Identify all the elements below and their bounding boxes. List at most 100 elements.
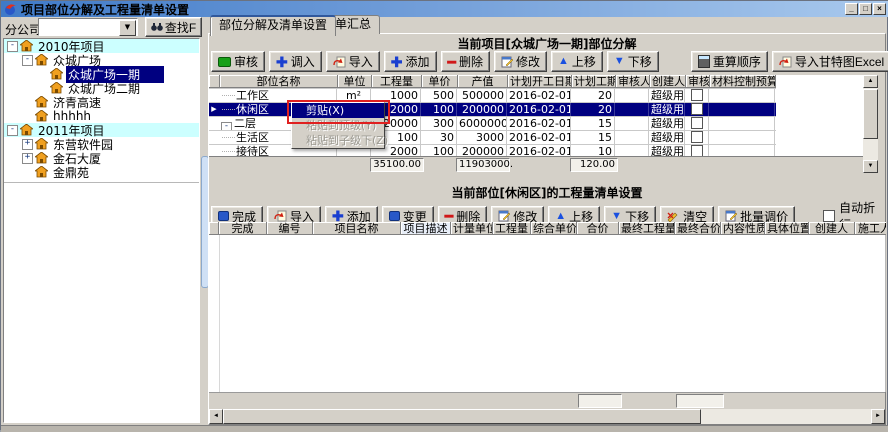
column-header[interactable]: 项目名称 [313, 222, 401, 235]
import-sheet-icon [274, 210, 287, 222]
house-icon [50, 68, 63, 80]
column-header[interactable]: 完成 [219, 222, 267, 235]
upper-toolbar: 审核 ✚调入 导入 ✚添加 ━删除 修改 ▲上移 ▼下移 重算顺序 导入甘特图E… [211, 51, 888, 72]
column-header[interactable]: 内容性质 [721, 222, 765, 235]
column-header[interactable]: 计划开工日期 [508, 75, 572, 88]
column-header[interactable]: 部位名称 [220, 75, 338, 88]
audit-checkbox[interactable] [691, 131, 703, 143]
tree-divider [4, 182, 199, 183]
audit-checkbox[interactable] [691, 89, 703, 101]
column-header[interactable]: 具体位置 [765, 222, 809, 235]
import-sheet-icon [779, 56, 792, 68]
project-tree: - 2010年项目 - 众城广场 众城广场一期 众城广场二期 济青高速 hhhh… [3, 38, 200, 423]
import-button[interactable]: 导入 [326, 51, 380, 72]
column-header[interactable]: 计量单位 [451, 222, 493, 235]
list-grid-header: 完成 编号 项目名称 项目描述 计量单位 工程量 综合单价 合价 最终工程量 最… [209, 222, 886, 235]
audit-checkbox[interactable] [691, 103, 703, 115]
delete-button[interactable]: ━删除 [441, 51, 490, 72]
chevron-down-icon[interactable]: ▼ [119, 20, 136, 36]
minus-icon: ━ [448, 57, 456, 67]
tree-collapse-icon[interactable]: - [7, 125, 18, 136]
move-down-button[interactable]: ▼下移 [607, 51, 659, 72]
column-header[interactable]: 工程量 [372, 75, 422, 88]
value-total-box: 11903000. [456, 158, 510, 172]
column-header[interactable]: 工程量 [493, 222, 531, 235]
arrow-up-icon: ▲ [558, 56, 569, 67]
scroll-down-icon[interactable]: ▼ [863, 160, 878, 173]
lower-grid-hscrollbar[interactable]: ◄ ► [209, 409, 885, 424]
column-header[interactable]: 材料控制预算 [710, 75, 776, 88]
add-button[interactable]: ✚添加 [384, 51, 437, 72]
column-header[interactable]: 最终合价 [675, 222, 721, 235]
column-header[interactable]: 单位 [338, 75, 372, 88]
column-header[interactable]: 合价 [577, 222, 619, 235]
tree-node-jiqing[interactable]: 济青高速 [4, 95, 199, 109]
tree-node-jinshi[interactable]: + 金石大厦 [4, 151, 199, 165]
window-bottom-frame [1, 425, 888, 432]
arrow-down-icon: ▼ [614, 56, 625, 67]
column-header[interactable]: 产值 [458, 75, 508, 88]
branch-combobox[interactable]: ▼ [38, 18, 138, 36]
tree-node-jinding[interactable]: 金鼎苑 [4, 165, 199, 179]
call-in-button[interactable]: ✚调入 [269, 51, 322, 72]
days-total-box: 120.00 [570, 158, 618, 172]
hscroll-thumb[interactable] [223, 409, 701, 424]
upper-grid-vscrollbar[interactable]: ▲ ▼ [863, 75, 878, 173]
total-price-box [578, 394, 622, 408]
audit-checkbox[interactable] [691, 117, 703, 129]
upper-section-title: 当前项目[众城广场一期]部位分解 [208, 35, 886, 52]
plus-icon: ✚ [391, 57, 403, 67]
eraser-pencil-icon [667, 210, 680, 222]
audit-button[interactable]: 审核 [211, 51, 265, 72]
find-button[interactable]: 查找F [145, 17, 202, 37]
branch-label: 分公司 [5, 21, 41, 38]
current-row-indicator-icon: ▶ [209, 103, 219, 116]
find-button-label: 查找F [165, 19, 196, 36]
title-bar[interactable]: 项目部位分解及工程量清单设置 _ □ × [1, 1, 888, 17]
move-up-button[interactable]: ▲上移 [551, 51, 603, 72]
list-grid-body-empty[interactable] [209, 235, 886, 392]
import-gantt-excel-button[interactable]: 导入甘特图Excel [772, 51, 888, 72]
house-icon [35, 110, 48, 122]
tree-collapse-icon[interactable]: - [7, 41, 18, 52]
column-header[interactable]: 单价 [422, 75, 458, 88]
column-header[interactable]: 审核人 [616, 75, 650, 88]
tree-expand-icon[interactable]: + [22, 153, 33, 164]
recalc-order-button[interactable]: 重算顺序 [691, 51, 768, 72]
tree-node-label[interactable]: 济青高速 [51, 94, 103, 111]
maximize-button[interactable]: □ [859, 3, 872, 15]
close-button[interactable]: × [873, 3, 886, 15]
vscroll-thumb[interactable] [863, 89, 878, 139]
column-header[interactable]: 创建人 [809, 222, 855, 235]
modify-button[interactable]: 修改 [494, 51, 547, 72]
column-header[interactable]: 综合单价 [531, 222, 577, 235]
tree-node-label[interactable]: 金鼎苑 [51, 164, 91, 181]
red-highlight-box [287, 100, 390, 124]
column-header[interactable]: 创建人 [650, 75, 686, 88]
house-icon [35, 54, 48, 66]
binoculars-icon [151, 22, 163, 32]
audit-checkbox[interactable] [691, 145, 703, 156]
app-icon [4, 3, 17, 16]
tab-part-breakdown[interactable]: 部位分解及清单设置 [210, 15, 336, 36]
scroll-right-icon[interactable]: ► [871, 409, 885, 424]
column-header-highlighted[interactable]: 项目描述 [401, 222, 451, 235]
column-header[interactable]: 最终工程量 [619, 222, 675, 235]
house-icon [35, 152, 48, 164]
column-header[interactable]: 编号 [267, 222, 313, 235]
import-sheet-icon [333, 56, 346, 68]
column-header[interactable]: 审核否 [686, 75, 710, 88]
audit-green-icon [218, 57, 231, 67]
autowrap-checkbox[interactable] [823, 210, 835, 222]
final-total-price-box [676, 394, 724, 408]
column-header[interactable]: 施工人 [855, 222, 886, 235]
tree-collapse-icon[interactable]: - [221, 122, 232, 130]
scroll-up-icon[interactable]: ▲ [863, 75, 878, 88]
qty-total-box: 35100.00 [370, 158, 424, 172]
scroll-left-icon[interactable]: ◄ [209, 409, 223, 424]
minimize-button[interactable]: _ [845, 3, 858, 15]
tree-expand-icon[interactable]: + [22, 139, 33, 150]
tree-collapse-icon[interactable]: - [22, 55, 33, 66]
column-header[interactable]: 计划工期 [572, 75, 616, 88]
house-icon [20, 124, 33, 136]
